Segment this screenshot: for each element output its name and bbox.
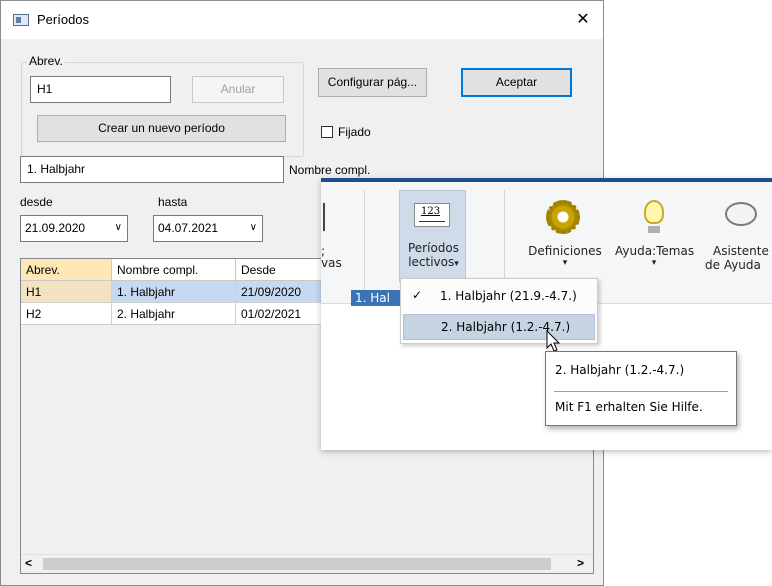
definitions-label: Definiciones [528, 244, 602, 258]
chevron-down-icon[interactable]: ∨ [250, 216, 257, 240]
table-cell: 01/02/2021 [236, 303, 326, 325]
assistant-label-line1: Asistente [713, 244, 769, 258]
lightbulb-icon [644, 200, 664, 224]
tooltip-hint: Mit F1 erhalten Sie Hilfe. [555, 400, 703, 414]
dropdown-arrow-icon: ▾ [562, 258, 568, 268]
assistant-label-line2: de Ayuda [705, 258, 761, 272]
table-cell: H1 [21, 281, 112, 303]
check-icon: ✓ [412, 288, 423, 302]
column-header-fullname[interactable]: Nombre compl. [112, 259, 236, 281]
fullname-input[interactable]: 1. Halbjahr [20, 156, 284, 183]
periods-label-line2: lectivos▾ [408, 255, 459, 269]
column-header-abbrev[interactable]: Abrev. [21, 259, 112, 281]
ribbon-separator [364, 190, 365, 298]
partial-ribbon-label: vas [321, 256, 342, 270]
create-period-button[interactable]: Crear un nuevo período [37, 115, 286, 142]
scroll-right-icon[interactable]: > [577, 556, 584, 570]
dropdown-arrow-icon: ▾ [454, 259, 459, 269]
to-date-value: 04.07.2021 [158, 221, 219, 235]
window-title: Períodos [37, 12, 90, 27]
window-icon [13, 14, 29, 26]
gear-icon [546, 200, 580, 234]
table-cell: 21/09/2020 [236, 281, 326, 303]
to-label: hasta [158, 195, 188, 209]
accept-button[interactable]: Aceptar [461, 68, 572, 97]
table-cell: 1. Halbjahr [112, 281, 236, 303]
period-dropdown-menu: ✓ 1. Halbjahr (21.9.-4.7.) 2. Halbjahr (… [400, 278, 598, 344]
help-topics-ribbon-button[interactable]: Ayuda:Temas ▾ [615, 196, 695, 282]
help-topics-label: Ayuda:Temas [615, 244, 695, 258]
table-cell: 2. Halbjahr [112, 303, 236, 325]
table-cell: H2 [21, 303, 112, 325]
fullname-label: Nombre compl. [289, 163, 371, 177]
speech-bubble-icon [725, 202, 757, 226]
from-date-combo[interactable]: 21.09.2020 ∨ [20, 215, 128, 242]
cancel-button[interactable]: Anular [192, 76, 284, 103]
abbrev-group-label: Abrev. [27, 54, 65, 68]
calendar-number-text: 123 [421, 206, 441, 217]
fixed-checkbox[interactable] [321, 126, 333, 138]
menu-item-period-1[interactable]: ✓ 1. Halbjahr (21.9.-4.7.) [403, 283, 595, 309]
selected-period-field[interactable]: 1. Hal [351, 290, 407, 306]
page-setup-button[interactable]: Configurar pág... [318, 68, 427, 97]
definitions-ribbon-button[interactable]: Definiciones ▾ [519, 196, 611, 282]
calendar-number-icon: 123 [414, 203, 450, 227]
dropdown-arrow-icon: ▾ [651, 258, 657, 268]
tooltip: 2. Halbjahr (1.2.-4.7.) Mit F1 erhalten … [545, 351, 737, 426]
from-date-value: 21.09.2020 [25, 221, 86, 235]
to-date-combo[interactable]: 04.07.2021 ∨ [153, 215, 263, 242]
menu-item-label: 1. Halbjahr (21.9.-4.7.) [440, 289, 577, 303]
scroll-left-icon[interactable]: < [25, 556, 32, 570]
from-label: desde [20, 195, 53, 209]
column-header-from[interactable]: Desde [236, 259, 326, 281]
chevron-down-icon[interactable]: ∨ [115, 216, 122, 240]
partial-ribbon-icon [321, 203, 325, 231]
horizontal-scrollbar[interactable]: < > [21, 554, 593, 573]
help-assistant-ribbon-button[interactable]: Asistente de Ayuda [703, 196, 772, 282]
selected-period-text: 1. Hal [355, 291, 390, 305]
abbrev-input[interactable]: H1 [30, 76, 171, 103]
close-icon[interactable]: ✕ [572, 9, 594, 31]
title-bar: Períodos ✕ [1, 1, 603, 39]
periods-label-line1: Períodos [407, 241, 459, 255]
periods-ribbon-button[interactable]: 123 Períodos lectivos▾ [399, 190, 466, 282]
menu-item-period-2[interactable]: 2. Halbjahr (1.2.-4.7.) [403, 314, 595, 340]
lightbulb-base [648, 226, 660, 233]
fixed-label: Fijado [338, 125, 371, 139]
tooltip-divider [554, 391, 728, 392]
scrollbar-thumb[interactable] [43, 558, 551, 570]
tooltip-title: 2. Halbjahr (1.2.-4.7.) [555, 363, 685, 377]
